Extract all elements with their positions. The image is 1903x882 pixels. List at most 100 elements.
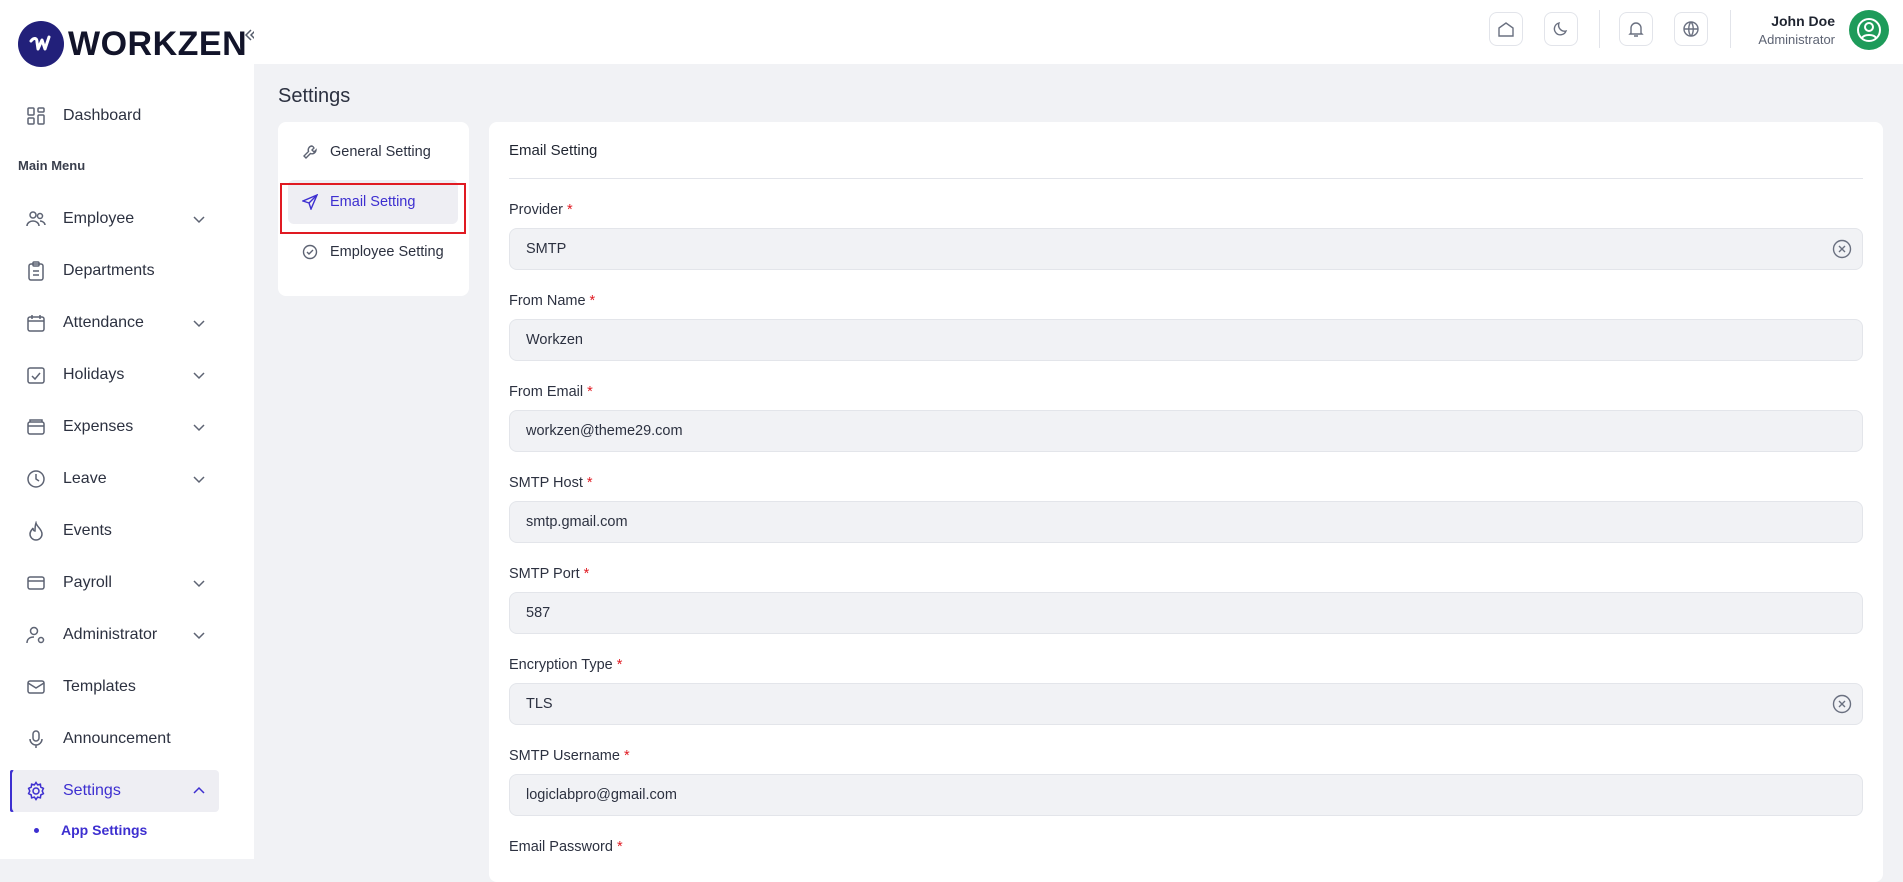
smtp-port-input[interactable]: 587 [509, 592, 1863, 634]
home-icon [1498, 22, 1514, 37]
sidebar-item-label: Departments [63, 262, 155, 279]
sidebar-item-attendance[interactable]: Attendance [12, 302, 219, 344]
sidebar-item-label: Events [63, 522, 112, 539]
sidebar-item-departments[interactable]: Departments [12, 250, 219, 292]
bullet-dot [34, 827, 39, 833]
smtp-port-label: SMTP Port * [509, 566, 590, 582]
sidebar-item-payroll[interactable]: Payroll [12, 562, 219, 604]
sidebar-item-templates[interactable]: Templates [12, 666, 219, 708]
from-email-input[interactable]: workzen@theme29.com [509, 410, 1863, 452]
sidebar-subitem-app-settings[interactable]: App Settings [34, 822, 147, 838]
sidebar-item-announcement[interactable]: Announcement [12, 718, 219, 760]
smtp-username-value: logiclabpro@gmail.com [526, 787, 677, 803]
settings-tab-email[interactable]: Email Setting [288, 180, 458, 224]
user-name: John Doe [1771, 13, 1835, 29]
sidebar-item-label: Settings [63, 782, 121, 799]
sidebar-item-settings[interactable]: Settings [12, 770, 219, 812]
settings-tab-label: Employee Setting [330, 244, 444, 260]
brand-logo[interactable]: WORKZEN [18, 21, 247, 67]
chevron-down-icon [192, 576, 206, 590]
sidebar-item-holidays[interactable]: Holidays [12, 354, 219, 396]
smtp-username-input[interactable]: logiclabpro@gmail.com [509, 774, 1863, 816]
top-bar: John Doe Administrator [254, 0, 1903, 64]
from-email-value: workzen@theme29.com [526, 423, 683, 439]
settings-tab-label: Email Setting [330, 194, 416, 210]
from-name-value: Workzen [526, 332, 583, 348]
clear-icon[interactable] [1832, 694, 1852, 714]
clear-icon[interactable] [1832, 239, 1852, 259]
settings-tab-label: General Setting [330, 144, 431, 160]
dashboard-grid-icon [26, 106, 46, 126]
users-icon [26, 209, 46, 229]
chevron-down-icon [192, 628, 206, 642]
settings-nav: General Setting Email Setting Employee S… [278, 122, 469, 296]
smtp-host-input[interactable]: smtp.gmail.com [509, 501, 1863, 543]
globe-icon [1683, 21, 1699, 37]
check-circle-icon [302, 244, 318, 260]
mail-icon [26, 677, 46, 697]
sidebar-item-leave[interactable]: Leave [12, 458, 219, 500]
page-title: Settings [278, 85, 351, 107]
microphone-icon [26, 729, 46, 749]
from-email-label: From Email * [509, 384, 593, 400]
smtp-host-value: smtp.gmail.com [526, 514, 628, 530]
chevron-down-icon [192, 420, 206, 434]
smtp-username-label: SMTP Username * [509, 748, 630, 764]
avatar[interactable] [1849, 10, 1889, 50]
sidebar-item-label: Attendance [63, 314, 144, 331]
email-password-label: Email Password * [509, 839, 623, 855]
divider [1599, 10, 1600, 48]
chevron-down-icon [192, 472, 206, 486]
provider-label: Provider * [509, 202, 573, 218]
flame-icon [26, 520, 46, 541]
bell-icon [1628, 22, 1644, 37]
settings-tab-general[interactable]: General Setting [288, 130, 458, 174]
provider-value: SMTP [526, 241, 567, 257]
sidebar-subitem-label: App Settings [61, 822, 148, 838]
sidebar-item-label: Employee [63, 210, 135, 227]
chevron-up-icon [192, 784, 206, 798]
wallet-icon [26, 417, 46, 437]
smtp-port-value: 587 [526, 605, 551, 621]
sidebar-item-expenses[interactable]: Expenses [12, 406, 219, 448]
section-label-main-menu: Main Menu [18, 158, 86, 173]
sidebar-item-administrator[interactable]: Administrator [12, 614, 219, 656]
calendar-check-icon [26, 365, 46, 385]
chevron-down-icon [192, 368, 206, 382]
brand-name: WORKZEN [68, 24, 248, 63]
sidebar-item-label: Expenses [63, 418, 134, 435]
clock-icon [26, 469, 46, 489]
sidebar-item-label: Holidays [63, 366, 125, 383]
sidebar-item-employee[interactable]: Employee [12, 198, 219, 240]
sidebar-item-dashboard[interactable]: Dashboard [12, 95, 219, 137]
send-icon [301, 193, 319, 211]
encryption-type-value: TLS [526, 696, 553, 712]
sidebar-item-label: Announcement [63, 730, 171, 747]
form-title: Email Setting [509, 142, 598, 159]
chevron-down-icon [192, 316, 206, 330]
user-cog-icon [26, 625, 46, 645]
logo-mark-icon [18, 21, 64, 67]
sidebar-item-label: Administrator [63, 626, 158, 643]
encryption-type-select[interactable]: TLS [509, 683, 1863, 725]
from-name-label: From Name * [509, 293, 596, 309]
divider [1730, 10, 1731, 48]
home-button[interactable] [1489, 12, 1523, 46]
divider [509, 178, 1863, 179]
dark-mode-toggle[interactable] [1544, 12, 1578, 46]
from-name-input[interactable]: Workzen [509, 319, 1863, 361]
moon-icon [1553, 22, 1568, 36]
settings-tab-employee[interactable]: Employee Setting [288, 230, 458, 274]
notifications-button[interactable] [1619, 12, 1653, 46]
sidebar-item-events[interactable]: Events [12, 510, 219, 552]
user-role: Administrator [1758, 32, 1835, 47]
chevron-down-icon [192, 212, 206, 226]
calendar-icon [26, 313, 46, 333]
sidebar-item-label: Templates [63, 678, 136, 695]
encryption-type-label: Encryption Type * [509, 657, 623, 673]
language-button[interactable] [1674, 12, 1708, 46]
sidebar: WORKZEN Dashboard Main Menu Employee Dep… [0, 0, 254, 859]
clipboard-icon [26, 261, 46, 281]
provider-select[interactable]: SMTP [509, 228, 1863, 270]
wrench-icon [302, 144, 318, 160]
